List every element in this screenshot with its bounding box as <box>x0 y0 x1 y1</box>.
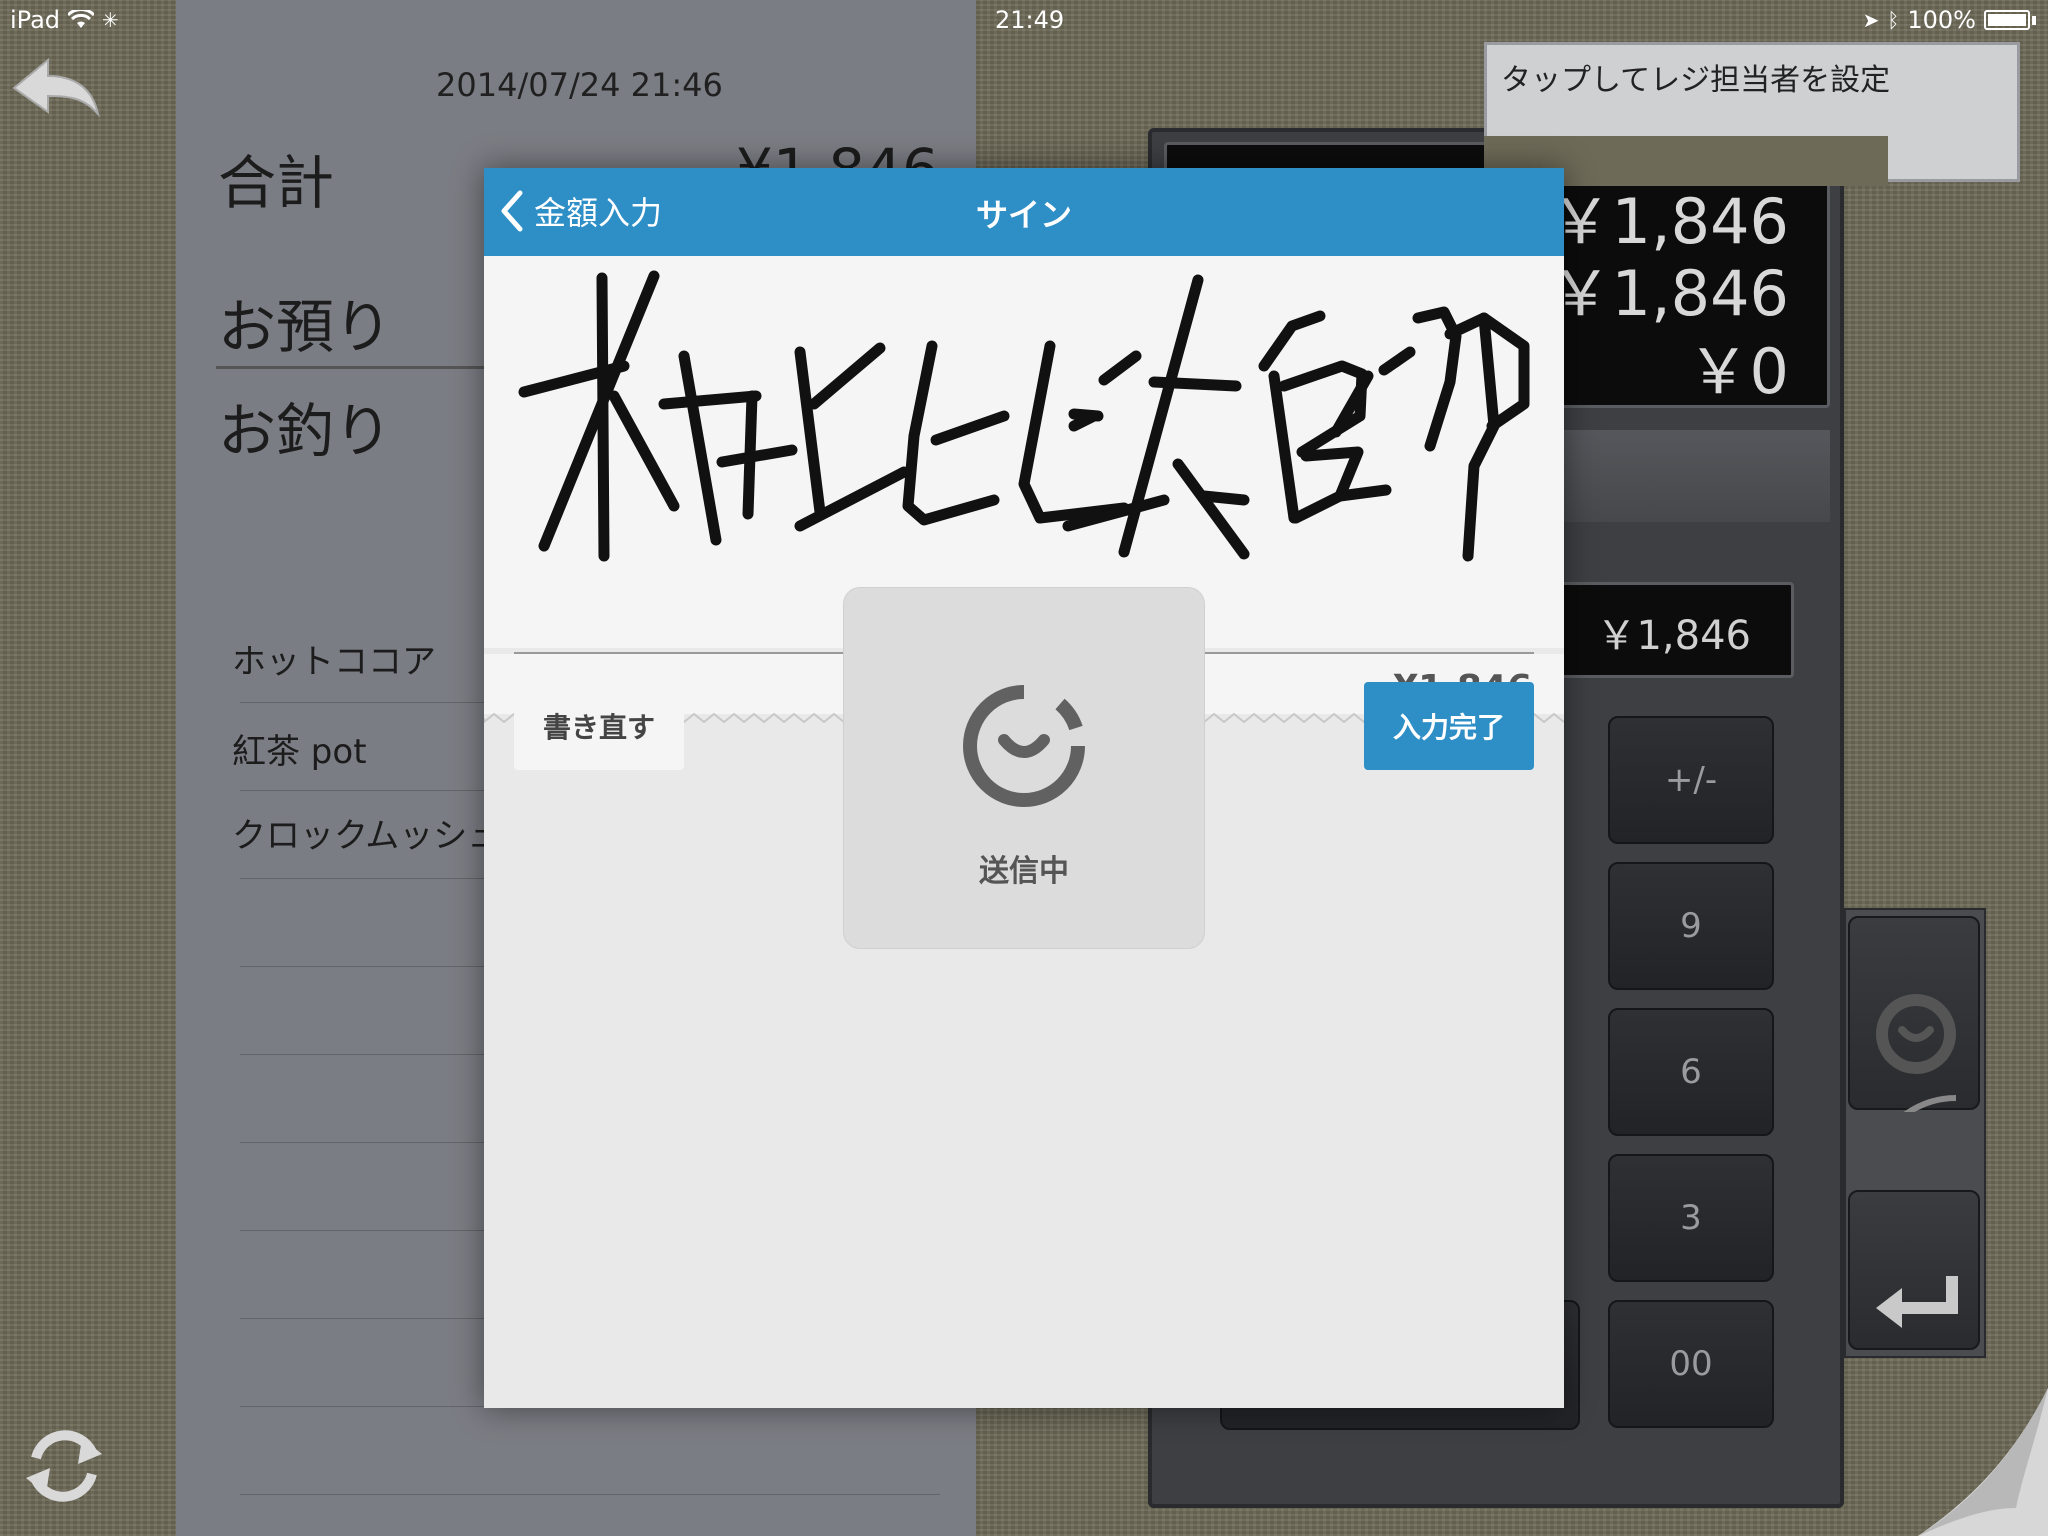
receipt-line <box>240 1494 940 1495</box>
back-arrow-icon[interactable] <box>10 54 102 120</box>
receipt-item: ホットココア <box>232 642 436 682</box>
display-change: ￥0 <box>1687 335 1789 408</box>
sending-label: 送信中 <box>979 854 1069 889</box>
total-label: 合計 <box>218 149 335 217</box>
key-plus-minus[interactable]: +/- <box>1608 716 1774 844</box>
battery-icon <box>1984 10 2030 30</box>
location-icon: ➤ <box>1862 8 1880 32</box>
status-left: iPad ✳ <box>10 6 119 34</box>
key-00[interactable]: 00 <box>1608 1300 1774 1428</box>
bluetooth-icon: ᛒ <box>1887 8 1900 32</box>
key-6[interactable]: 6 <box>1608 1008 1774 1136</box>
loading-spinner-icon <box>963 685 1085 807</box>
input-complete-button[interactable]: 入力完了 <box>1364 682 1534 770</box>
page-curl-icon[interactable] <box>1918 1388 2048 1536</box>
modal-header: 金額入力 サイン <box>484 168 1564 256</box>
device-name: iPad <box>10 6 61 34</box>
activity-icon: ✳ <box>102 8 119 32</box>
loading-spinner-icon <box>1873 994 1957 1146</box>
wifi-icon <box>68 10 95 28</box>
status-right: ➤ ᛒ 100% <box>1863 6 2036 34</box>
receipt-datetime: 2014/07/24 21:46 <box>436 66 723 104</box>
register-operator-label: タップしてレジ担当者を設定 <box>1501 63 1891 98</box>
key-3[interactable]: 3 <box>1608 1154 1774 1282</box>
redo-signature-button[interactable]: 書き直す <box>514 682 684 770</box>
input-value: ￥1,846 <box>1596 613 1751 659</box>
receipt-item: クロックムッシュ <box>232 816 502 856</box>
enter-icon <box>1876 1276 1958 1328</box>
key-9[interactable]: 9 <box>1608 862 1774 990</box>
battery-tip <box>2032 15 2036 25</box>
change-label: お釣り <box>218 397 393 465</box>
display-paid: ￥1,846 <box>1549 257 1790 330</box>
deposit-label: お預り <box>218 293 393 361</box>
sending-overlay: 送信中 <box>844 588 1204 948</box>
receipt-item: 紅茶 pot <box>232 732 367 772</box>
status-time: 21:49 <box>995 6 1065 34</box>
modal-title: サイン <box>975 196 1072 234</box>
enter-key[interactable] <box>1848 1190 1980 1350</box>
refresh-icon[interactable] <box>16 1418 112 1514</box>
battery-percent: 100% <box>1907 6 1976 34</box>
send-key[interactable] <box>1848 916 1980 1146</box>
